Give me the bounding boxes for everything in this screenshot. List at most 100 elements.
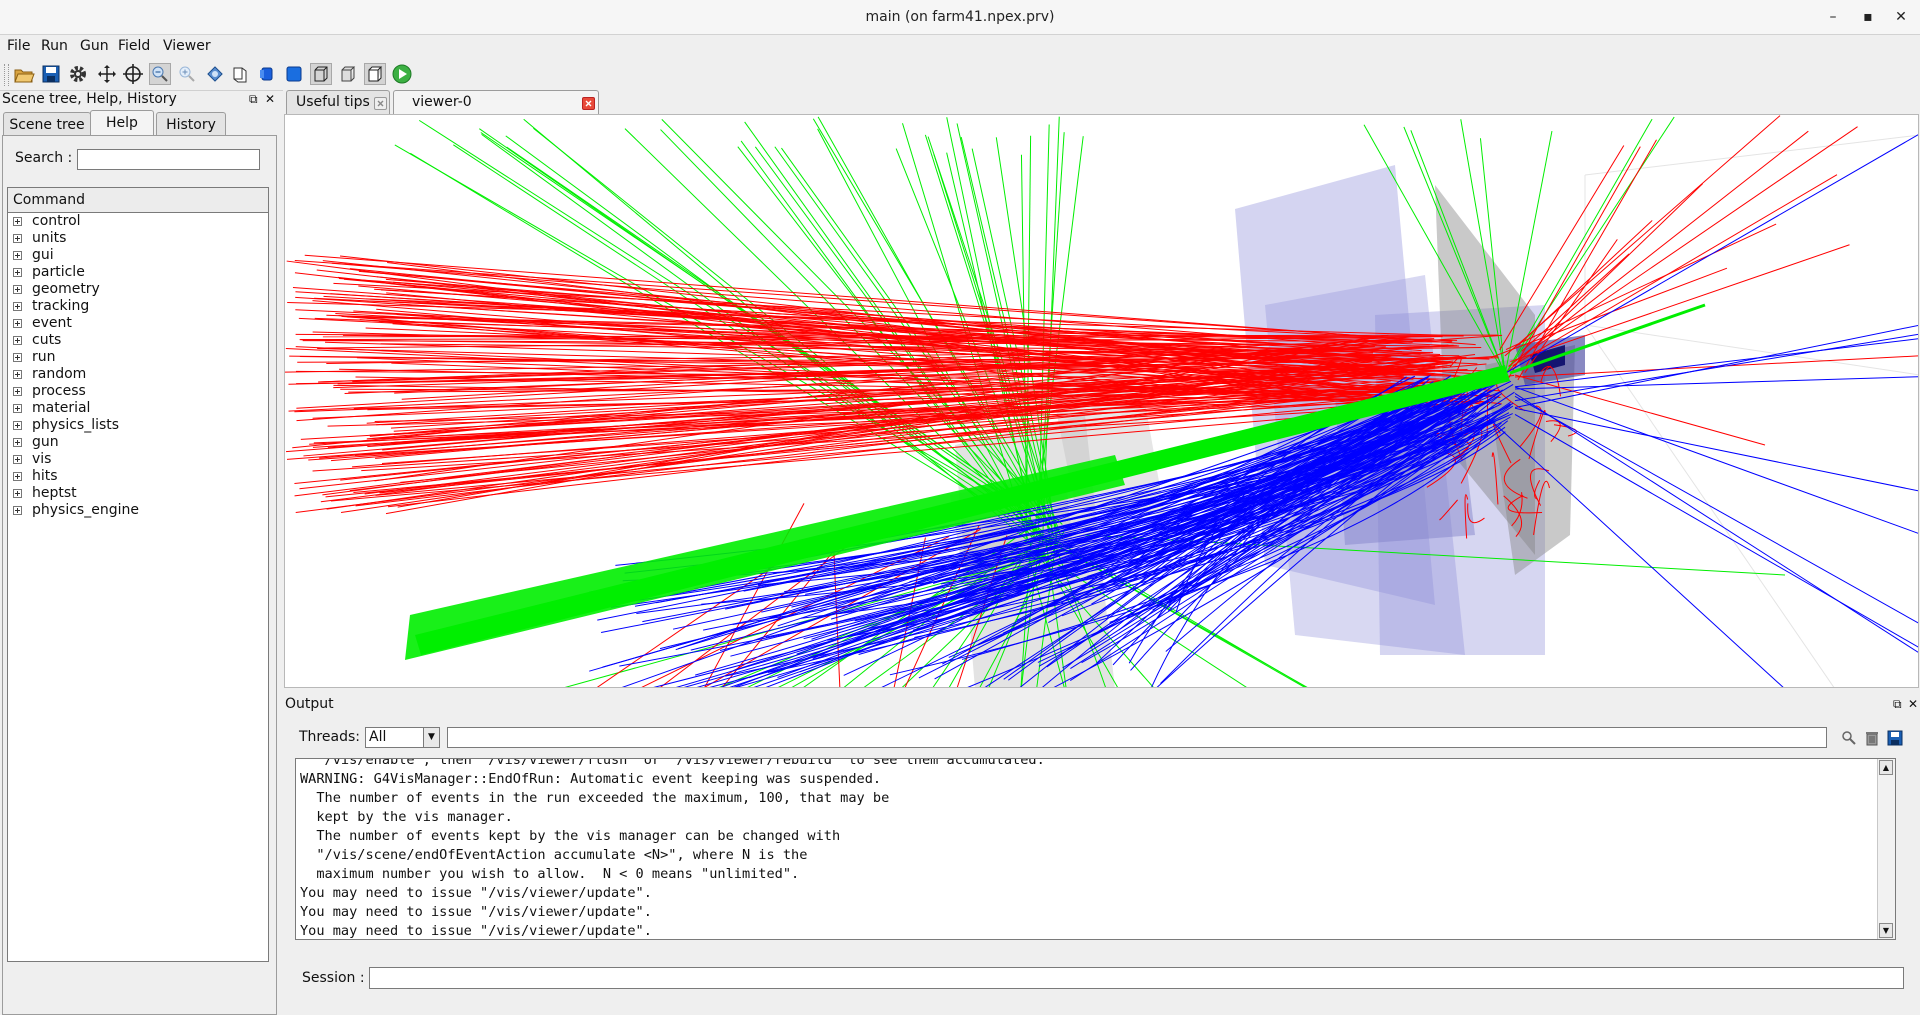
maximize-button[interactable]: ▪ [1857, 7, 1879, 27]
tree-item-units[interactable]: units [8, 230, 268, 247]
trash-icon[interactable] [1863, 729, 1881, 747]
tree-item-vis[interactable]: vis [8, 451, 268, 468]
search-icon[interactable] [1840, 729, 1858, 747]
tree-item-label: process [32, 383, 86, 399]
close-tab-icon[interactable] [374, 97, 387, 110]
expand-icon[interactable] [13, 489, 22, 498]
tree-item-heptst[interactable]: heptst [8, 485, 268, 502]
particle-track [1510, 244, 1850, 363]
expand-icon[interactable] [13, 506, 22, 515]
output-dock: Output ⧉ ✕ Threads: All ▼ "/vis/enable",… [283, 693, 1920, 1014]
tree-item-event[interactable]: event [8, 315, 268, 332]
expand-icon[interactable] [13, 421, 22, 430]
output-filter-input[interactable] [447, 727, 1827, 748]
command-list: control units gui particle geometry tracking e… [8, 213, 268, 519]
menubar: File Run Gun Field Viewer [0, 35, 1920, 58]
event-display [285, 115, 1918, 687]
tab-history[interactable]: History [156, 112, 226, 136]
menu-run[interactable]: Run [41, 38, 68, 54]
tree-item-hits[interactable]: hits [8, 468, 268, 485]
close-window-button[interactable]: ✕ [1890, 7, 1912, 27]
wireframe-icon[interactable] [310, 63, 332, 85]
tree-item-cuts[interactable]: cuts [8, 332, 268, 349]
perspective-icon[interactable] [229, 63, 251, 85]
expand-icon[interactable] [13, 353, 22, 362]
tree-item-geometry[interactable]: geometry [8, 281, 268, 298]
save-icon[interactable] [40, 63, 62, 85]
tab-scene-tree[interactable]: Scene tree [3, 112, 91, 136]
expand-icon[interactable] [13, 302, 22, 311]
crosshair-icon[interactable] [122, 63, 144, 85]
command-tree[interactable]: Command control units gui particle geometry t… [7, 187, 269, 962]
expand-icon[interactable] [13, 336, 22, 345]
tree-item-physics-engine[interactable]: physics_engine [8, 502, 268, 519]
dock-float-button[interactable]: ⧉ [249, 92, 258, 107]
expand-icon[interactable] [13, 472, 22, 481]
expand-icon[interactable] [13, 217, 22, 226]
tree-item-label: random [32, 366, 87, 382]
scroll-down-icon[interactable]: ▼ [1879, 923, 1893, 938]
expand-icon[interactable] [13, 455, 22, 464]
menu-viewer[interactable]: Viewer [163, 38, 211, 54]
menu-gun[interactable]: Gun [80, 38, 109, 54]
expand-icon[interactable] [13, 234, 22, 243]
move-icon[interactable] [96, 63, 118, 85]
play-icon[interactable] [391, 63, 413, 85]
threads-label: Threads: [299, 729, 360, 745]
chevron-down-icon[interactable]: ▼ [423, 728, 439, 747]
output-float-button[interactable]: ⧉ [1893, 697, 1902, 712]
surface-style-icon[interactable] [256, 63, 278, 85]
particle-track [1514, 395, 1918, 624]
tree-item-label: material [32, 400, 91, 416]
solid-style-icon[interactable] [283, 63, 305, 85]
tree-item-particle[interactable]: particle [8, 264, 268, 281]
tab-help[interactable]: Help [90, 110, 154, 136]
menu-field[interactable]: Field [118, 38, 150, 54]
tree-item-gun[interactable]: gun [8, 434, 268, 451]
expand-icon[interactable] [13, 268, 22, 277]
expand-icon[interactable] [13, 251, 22, 260]
tree-header-command[interactable]: Command [8, 188, 268, 213]
expand-icon[interactable] [13, 285, 22, 294]
save-output-icon[interactable] [1886, 729, 1904, 747]
rotate-icon[interactable] [204, 63, 226, 85]
tree-item-material[interactable]: material [8, 400, 268, 417]
tree-item-process[interactable]: process [8, 383, 268, 400]
dock-close-button[interactable]: ✕ [265, 92, 275, 106]
tree-item-tracking[interactable]: tracking [8, 298, 268, 315]
expand-icon[interactable] [13, 404, 22, 413]
tab-useful-tips[interactable]: Useful tips [286, 90, 390, 114]
tab-viewer-0[interactable]: viewer-0 (OpenGLStoredQt) [393, 90, 599, 133]
tree-item-label: tracking [32, 298, 90, 314]
expand-icon[interactable] [13, 438, 22, 447]
tree-item-random[interactable]: random [8, 366, 268, 383]
open-folder-icon[interactable] [13, 63, 35, 85]
log-scrollbar[interactable]: ▲ ▼ [1877, 759, 1895, 939]
tree-item-physics-lists[interactable]: physics_lists [8, 417, 268, 434]
zoom-in-icon[interactable] [176, 63, 198, 85]
expand-icon[interactable] [13, 319, 22, 328]
tree-item-run[interactable]: run [8, 349, 268, 366]
search-input[interactable] [77, 149, 260, 170]
menu-file[interactable]: File [7, 38, 30, 54]
expand-icon[interactable] [13, 387, 22, 396]
minimize-button[interactable]: – [1822, 7, 1844, 27]
opengl-viewer[interactable] [284, 114, 1919, 688]
toolbar-grip[interactable] [4, 64, 9, 86]
hidden-surface-icon[interactable] [364, 63, 386, 85]
tree-item-control[interactable]: control [8, 213, 268, 230]
close-tab-icon[interactable] [582, 97, 595, 110]
session-input[interactable] [369, 967, 1904, 989]
tree-item-gui[interactable]: gui [8, 247, 268, 264]
window-titlebar: main (on farm41.npex.prv) – ▪ ✕ [0, 0, 1920, 35]
tree-item-label: cuts [32, 332, 62, 348]
scroll-up-icon[interactable]: ▲ [1879, 760, 1893, 775]
gear-icon[interactable] [67, 63, 89, 85]
output-close-button[interactable]: ✕ [1908, 697, 1918, 711]
zoom-out-icon[interactable] [149, 63, 171, 85]
output-log[interactable]: "/vis/enable", then "/vis/viewer/flush" … [295, 758, 1896, 940]
threads-value: All [369, 729, 387, 745]
hidden-line-icon[interactable] [337, 63, 359, 85]
threads-select[interactable]: All ▼ [365, 727, 440, 748]
expand-icon[interactable] [13, 370, 22, 379]
